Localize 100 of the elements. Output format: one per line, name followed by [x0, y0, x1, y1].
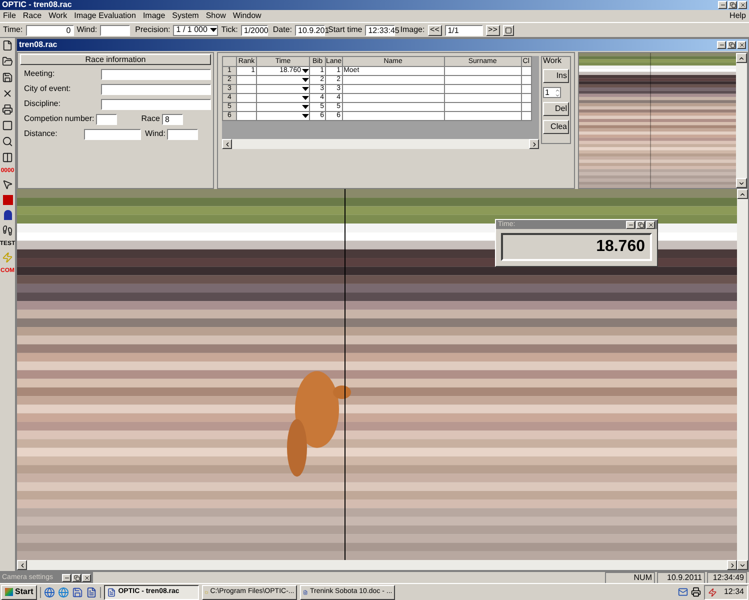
field-label: Distance: — [24, 128, 58, 140]
pointer-icon[interactable] — [2, 179, 13, 190]
frame-icon[interactable] — [2, 120, 13, 131]
restore-button[interactable] — [72, 574, 81, 582]
start-button[interactable]: Start — [1, 584, 38, 600]
field-label: Wind: — [145, 128, 166, 140]
minimize-icon — [64, 574, 70, 580]
scroll-down-button[interactable] — [737, 560, 748, 570]
field-label: City of event: — [24, 83, 71, 95]
field-label: Discipline: — [24, 98, 60, 110]
frame-icon — [504, 26, 512, 34]
field-label: Meeting: — [24, 68, 55, 80]
scroll-down-button[interactable] — [736, 178, 747, 188]
race-field[interactable]: 8 — [162, 114, 183, 124]
menu-item[interactable]: Help — [730, 12, 746, 20]
wind-field[interactable] — [100, 24, 130, 36]
menu-item[interactable]: Image Evaluation — [74, 12, 136, 20]
close-button[interactable] — [738, 1, 747, 9]
date-label: Date: — [272, 24, 292, 36]
time-field[interactable]: 0 — [26, 24, 74, 36]
scroll-right-button[interactable] — [529, 139, 539, 149]
folder-icon[interactable] — [2, 56, 13, 67]
minimize-button[interactable] — [717, 41, 726, 49]
scroll-up-button[interactable] — [737, 189, 748, 199]
menu-item[interactable]: Window — [232, 12, 262, 20]
time-label: Time: — [3, 24, 23, 36]
save-icon[interactable] — [72, 586, 84, 598]
tick-field[interactable]: 1/2000 — [240, 24, 268, 36]
field-label: Race — [141, 113, 160, 125]
input-field[interactable] — [101, 68, 211, 80]
clear-button[interactable]: Clea — [543, 120, 569, 134]
vertical-scrollbar[interactable] — [736, 53, 747, 188]
menu-item[interactable]: Show — [206, 12, 226, 20]
precision-label: Precision: — [135, 24, 170, 36]
restore-button[interactable] — [728, 1, 737, 9]
input-field[interactable] — [101, 84, 211, 94]
printer-icon[interactable] — [690, 587, 701, 597]
vertical-scrollbar[interactable] — [737, 189, 748, 570]
document-icon[interactable] — [86, 586, 98, 598]
close-button[interactable] — [737, 41, 746, 49]
menu-item[interactable]: File — [3, 12, 16, 20]
mail-icon[interactable] — [678, 587, 688, 597]
minimize-button[interactable] — [626, 220, 635, 228]
search-icon[interactable] — [2, 136, 13, 147]
file-icon[interactable] — [2, 40, 13, 51]
restore-icon — [730, 2, 736, 8]
scroll-left-button[interactable] — [222, 139, 232, 149]
dropdown-arrow-icon[interactable] — [210, 28, 218, 32]
globe-icon[interactable] — [44, 586, 56, 598]
browser-icon[interactable] — [58, 586, 70, 598]
minimize-icon — [718, 42, 724, 48]
previous-button[interactable]: << — [428, 24, 442, 36]
footprints-icon[interactable] — [2, 225, 13, 236]
next-button[interactable]: >> — [486, 24, 500, 36]
minimize-icon — [720, 2, 726, 8]
column-header — [222, 56, 236, 66]
windows-logo-icon — [5, 588, 13, 596]
scroll-left-button[interactable] — [17, 560, 27, 570]
restore-button[interactable] — [727, 41, 736, 49]
close-button[interactable] — [646, 220, 655, 228]
tray-icon — [708, 588, 717, 596]
minimize-button[interactable] — [62, 574, 71, 582]
restore-icon — [638, 222, 644, 228]
menu-item[interactable]: System — [172, 12, 199, 20]
minimize-button[interactable] — [718, 1, 727, 9]
input-field[interactable] — [101, 98, 211, 110]
scroll-right-button[interactable] — [727, 560, 737, 570]
image-field[interactable]: 1/1 — [444, 24, 483, 36]
square-icon[interactable] — [2, 195, 12, 205]
restore-button[interactable] — [636, 220, 645, 228]
menu-item[interactable]: Image — [142, 12, 166, 20]
input-field[interactable] — [84, 128, 141, 140]
columns-icon[interactable] — [2, 152, 13, 163]
window-title: OPTIC - tren08.rac — [2, 1, 72, 9]
status-panel: 10.9.2011 — [657, 572, 705, 584]
close-icon — [648, 222, 654, 228]
time-display: 18.760 — [501, 233, 652, 261]
field-label: Competion number: — [24, 113, 94, 125]
close-button[interactable] — [82, 574, 91, 582]
wind-label: Wind: — [76, 24, 98, 36]
delete-button[interactable]: Del — [543, 102, 569, 116]
close-icon — [84, 574, 90, 580]
menu-item[interactable]: Work — [48, 12, 68, 20]
horizontal-scrollbar[interactable] — [222, 139, 539, 149]
close-icon[interactable] — [2, 88, 13, 99]
precision-dropdown[interactable]: 1 / 1 000 — [173, 24, 218, 36]
insert-button[interactable]: Ins — [543, 69, 569, 83]
spin-box[interactable]: 1 — [543, 87, 561, 98]
input-field[interactable] — [96, 114, 118, 124]
printer-icon[interactable] — [2, 104, 13, 115]
horizontal-scrollbar[interactable] — [17, 560, 737, 570]
restore-icon — [728, 42, 734, 48]
race-info-header: Race information — [20, 54, 211, 65]
fit-button[interactable] — [502, 24, 514, 36]
scroll-up-button[interactable] — [736, 53, 747, 63]
save-icon[interactable] — [2, 72, 13, 83]
document-icon — [107, 588, 116, 596]
flask-icon[interactable] — [4, 210, 12, 220]
input-field[interactable] — [167, 128, 198, 140]
menu-item[interactable]: Race — [22, 12, 42, 20]
